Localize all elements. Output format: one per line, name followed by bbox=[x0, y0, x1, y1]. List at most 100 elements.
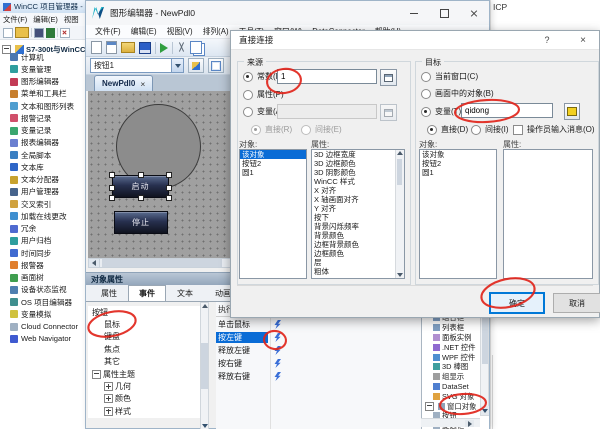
event-tree-vscrollbar[interactable] bbox=[200, 302, 209, 429]
selection-handle[interactable] bbox=[109, 195, 115, 201]
constant-value-input[interactable] bbox=[277, 69, 377, 84]
target-current-window-radio[interactable]: 当前窗口(C) bbox=[421, 71, 478, 82]
manager-tree-item[interactable]: 用户管理器 bbox=[10, 186, 90, 198]
scroll-thumb[interactable] bbox=[397, 159, 402, 185]
radio-icon[interactable] bbox=[421, 72, 431, 82]
list-item[interactable]: 圆1 bbox=[240, 168, 306, 177]
selection-handle[interactable] bbox=[166, 195, 172, 201]
constant-browse-button[interactable] bbox=[380, 69, 397, 86]
manager-tree-item[interactable]: 设备状态监视 bbox=[10, 284, 90, 296]
selection-handle[interactable] bbox=[109, 185, 115, 191]
selection-handle[interactable] bbox=[166, 172, 172, 178]
close-button[interactable] bbox=[459, 1, 489, 25]
manager-tree-item[interactable]: OS 项目编辑器 bbox=[10, 296, 90, 308]
event-tree-item[interactable]: 颜色 bbox=[88, 393, 200, 405]
list-item[interactable]: 边框颜色 bbox=[312, 249, 396, 258]
lightning-action-icon[interactable] bbox=[274, 346, 281, 355]
list-item[interactable]: 粗体 bbox=[312, 267, 396, 276]
palette-vscrollbar[interactable] bbox=[480, 304, 489, 416]
expander-icon[interactable] bbox=[104, 382, 113, 391]
manager-tree-item[interactable]: 图形编辑器 bbox=[10, 76, 90, 88]
manager-tree-item[interactable]: 文本和图形列表 bbox=[10, 100, 90, 112]
source-variable-browse-button[interactable] bbox=[380, 104, 397, 121]
dialog-help-button[interactable]: ? bbox=[537, 31, 557, 49]
manager-tree-item[interactable]: 文本库 bbox=[10, 161, 90, 173]
object-selector-combo[interactable]: 按钮1 bbox=[90, 58, 184, 73]
manager-menu-item[interactable]: 视图 bbox=[61, 14, 82, 25]
manager-tree-item[interactable]: 菜单和工具栏 bbox=[10, 88, 90, 100]
radio-icon[interactable] bbox=[243, 107, 253, 117]
event-tree-item[interactable]: 按钮 bbox=[88, 306, 200, 318]
start-hmi-button[interactable]: 启动 bbox=[112, 175, 169, 198]
properties-tab[interactable]: 事件 bbox=[128, 285, 166, 301]
manager-tree-item[interactable]: Cloud Connector bbox=[10, 321, 90, 333]
manager-tree-item[interactable]: 冗余 bbox=[10, 223, 90, 235]
lightning-action-icon[interactable] bbox=[274, 333, 281, 342]
scroll-right-button[interactable] bbox=[465, 420, 474, 427]
manager-tree-item[interactable]: 计算机 bbox=[10, 51, 90, 63]
manager-tree-item[interactable]: 报警器 bbox=[10, 259, 90, 271]
grid-button[interactable] bbox=[208, 58, 224, 73]
manager-tree-item[interactable]: 报警记录 bbox=[10, 112, 90, 124]
radio-icon[interactable] bbox=[471, 125, 481, 135]
radio-icon[interactable] bbox=[421, 89, 431, 99]
manager-tree-item[interactable]: 文本分配器 bbox=[10, 174, 90, 186]
manager-menu-item[interactable]: 文件(F) bbox=[0, 14, 30, 25]
source-objects-list[interactable]: 该对象按钮2圆1 bbox=[239, 149, 307, 279]
manager-tree-item[interactable]: 加载在线更改 bbox=[10, 210, 90, 222]
event-row[interactable]: 单击鼠标 bbox=[216, 318, 421, 331]
ok-button[interactable]: 确定 bbox=[489, 292, 545, 314]
operator-input-checkbox[interactable]: 操作员输入消息(O) bbox=[513, 124, 595, 135]
tag-select-button[interactable] bbox=[564, 103, 580, 120]
open-icon[interactable] bbox=[121, 42, 135, 53]
minimize-button[interactable] bbox=[399, 1, 429, 25]
event-row[interactable]: 按左键 bbox=[216, 331, 421, 344]
expander-icon[interactable] bbox=[92, 370, 101, 379]
scroll-left-button[interactable] bbox=[89, 259, 100, 267]
source-property-radio[interactable]: 属性(P) bbox=[243, 89, 284, 100]
manager-menu-item[interactable]: 编辑(E) bbox=[30, 14, 61, 25]
scroll-thumb[interactable] bbox=[102, 259, 222, 267]
tab-newpdl0[interactable]: NewPdl0 × bbox=[94, 75, 153, 91]
source-variable-input[interactable] bbox=[277, 104, 377, 119]
target-object-in-picture-radio[interactable]: 画面中的对象(B) bbox=[421, 88, 494, 99]
expander-icon[interactable] bbox=[104, 407, 113, 416]
editor-menu-item[interactable]: 视图(V) bbox=[162, 26, 198, 37]
editor-menu-item[interactable]: 排列(A) bbox=[198, 26, 234, 37]
scroll-thumb[interactable] bbox=[201, 343, 208, 389]
cancel-button[interactable]: 取消 bbox=[553, 293, 600, 313]
event-row[interactable]: 释放右键 bbox=[216, 370, 421, 383]
event-tree-item[interactable]: 焦点 bbox=[88, 343, 200, 355]
event-tree-item[interactable]: 样式 bbox=[88, 405, 200, 417]
new-picture-icon[interactable] bbox=[91, 41, 102, 54]
manager-tree-item[interactable]: 变量记录 bbox=[10, 125, 90, 137]
manager-tree-item[interactable]: 变量管理 bbox=[10, 63, 90, 75]
checkbox-icon[interactable] bbox=[513, 125, 523, 135]
source-indirect-radio[interactable]: 间接(E) bbox=[301, 124, 342, 135]
expander-icon[interactable] bbox=[104, 394, 113, 403]
open-icon[interactable] bbox=[15, 27, 29, 38]
manager-tree-item[interactable]: 时间同步 bbox=[10, 247, 90, 259]
radio-icon[interactable] bbox=[251, 125, 261, 135]
manager-tree-item[interactable]: 用户归档 bbox=[10, 235, 90, 247]
manager-tree-item[interactable]: 画面树 bbox=[10, 272, 90, 284]
lightning-action-icon[interactable] bbox=[274, 372, 281, 381]
selection-handle[interactable] bbox=[138, 195, 144, 201]
stop-hmi-button[interactable]: 停止 bbox=[114, 211, 168, 234]
lightning-action-icon[interactable] bbox=[274, 359, 281, 368]
lightning-action-icon[interactable] bbox=[274, 320, 281, 329]
radio-icon[interactable] bbox=[301, 125, 311, 135]
expander-icon[interactable] bbox=[425, 402, 434, 411]
target-objects-list[interactable]: 该对象按钮2圆1 bbox=[419, 149, 497, 279]
cut-icon[interactable] bbox=[177, 42, 186, 53]
manager-tree-item[interactable]: 全局脚本 bbox=[10, 149, 90, 161]
event-tree-item[interactable]: 键盘 bbox=[88, 331, 200, 343]
palette-item[interactable]: 组显示 bbox=[423, 372, 480, 382]
event-tree-item[interactable]: 几何 bbox=[88, 380, 200, 392]
target-properties-list[interactable] bbox=[503, 149, 593, 279]
manager-tree-item[interactable]: 变量模拟 bbox=[10, 308, 90, 320]
new-icon[interactable] bbox=[3, 28, 13, 38]
selection-handle[interactable] bbox=[109, 172, 115, 178]
event-tree-item[interactable]: 属性主题 bbox=[88, 368, 200, 380]
target-direct-radio[interactable]: 直接(D) bbox=[427, 124, 468, 135]
